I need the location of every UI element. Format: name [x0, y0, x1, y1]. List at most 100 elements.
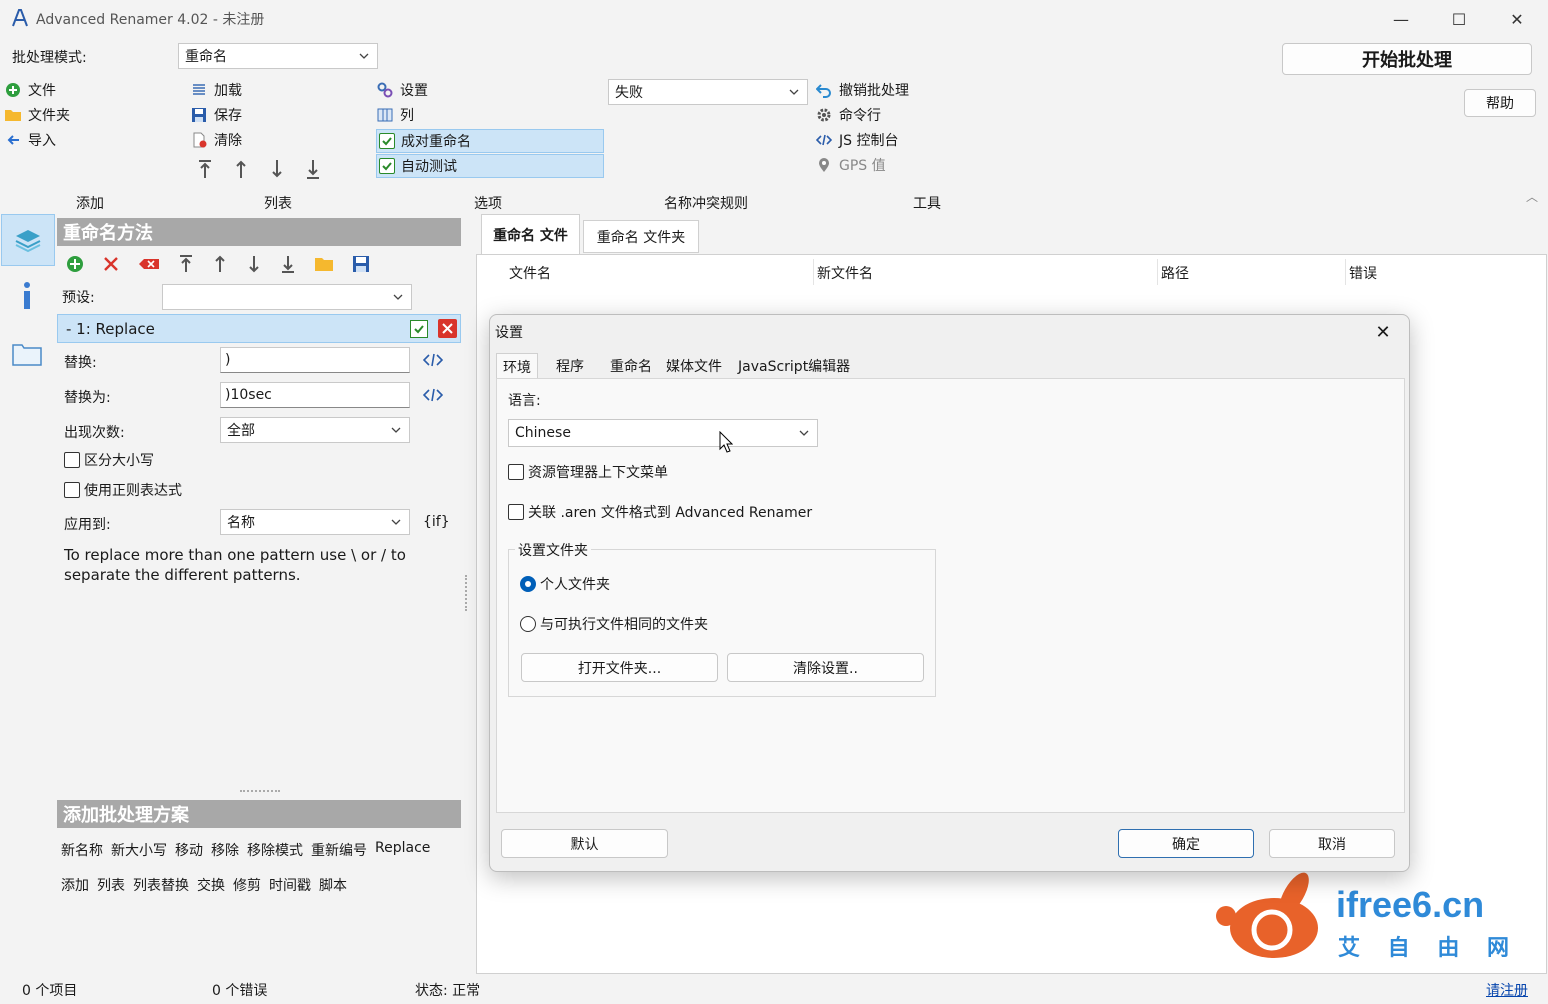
column-path[interactable]: 路径	[1161, 263, 1189, 283]
move-bottom-icon[interactable]	[280, 254, 296, 274]
clear-settings-button[interactable]: 清除设置..	[727, 653, 924, 682]
column-new-filename[interactable]: 新文件名	[817, 263, 873, 283]
move-top-icon[interactable]	[196, 158, 214, 180]
associate-checkbox[interactable]: 关联 .aren 文件格式到 Advanced Renamer	[508, 502, 812, 522]
radio-exe-folder[interactable]: 与可执行文件相同的文件夹	[520, 614, 708, 634]
remove-all-icon[interactable]	[138, 255, 160, 273]
options-group: 设置 列 成对重命名 自动测试	[376, 79, 604, 178]
open-folder-button[interactable]: 打开文件夹...	[521, 653, 718, 682]
apply-to-value: 名称	[227, 515, 255, 531]
command-line-button[interactable]: 命令行	[815, 104, 909, 126]
radio-personal-folder[interactable]: 个人文件夹	[520, 574, 610, 594]
move-up-icon[interactable]	[212, 254, 228, 274]
dialog-close-icon[interactable]: ✕	[1368, 319, 1398, 345]
column-filename[interactable]: 文件名	[509, 263, 551, 283]
cancel-button[interactable]: 取消	[1269, 829, 1395, 858]
auto-test-label: 自动测试	[401, 159, 457, 175]
apply-to-select[interactable]: 名称	[220, 509, 410, 535]
register-link[interactable]: 请注册	[1486, 980, 1528, 1000]
undo-batch-button[interactable]: 撤销批处理	[815, 79, 909, 101]
batch-mode-select[interactable]: 重命名	[178, 43, 378, 69]
splitter-handle[interactable]	[465, 575, 471, 611]
method-delete-button[interactable]	[438, 319, 457, 338]
move-down-icon[interactable]	[268, 158, 286, 180]
method-link-remove[interactable]: 移除	[211, 840, 239, 860]
replace-with-input[interactable]: )10sec	[220, 382, 410, 408]
method-link-script[interactable]: 脚本	[319, 875, 347, 895]
dialog-tab-environment[interactable]: 环境	[496, 353, 538, 379]
move-bottom-icon[interactable]	[304, 158, 322, 180]
method-link-swap[interactable]: 交换	[197, 875, 225, 895]
start-batch-button[interactable]: 开始批处理	[1282, 43, 1532, 75]
tab-rename-files[interactable]: 重命名 文件	[481, 214, 580, 255]
conflict-rule-select[interactable]: 失败	[608, 79, 808, 105]
move-up-icon[interactable]	[232, 158, 250, 180]
gps-values-button[interactable]: GPS 值	[815, 154, 909, 176]
column-error[interactable]: 错误	[1349, 263, 1377, 283]
close-button[interactable]: ✕	[1488, 0, 1546, 38]
js-console-button[interactable]: JS 控制台	[815, 129, 909, 151]
move-down-icon[interactable]	[246, 254, 262, 274]
clear-button[interactable]: 清除	[190, 129, 242, 151]
method-link-add[interactable]: 添加	[61, 875, 89, 895]
tab-rename-folders[interactable]: 重命名 文件夹	[583, 220, 699, 253]
left-nav	[0, 214, 56, 974]
clear-document-icon	[190, 131, 208, 149]
add-folder-button[interactable]: 文件夹	[4, 104, 70, 126]
checkmark-icon	[414, 325, 424, 334]
save-icon[interactable]	[352, 255, 370, 273]
ok-button[interactable]: 确定	[1118, 829, 1254, 858]
checkbox-unchecked-icon	[64, 482, 80, 498]
load-button[interactable]: 加载	[190, 79, 242, 101]
import-button[interactable]: 导入	[4, 129, 70, 151]
maximize-button[interactable]: ☐	[1430, 0, 1488, 38]
method-link-trim[interactable]: 修剪	[233, 875, 261, 895]
nav-info[interactable]	[0, 270, 54, 322]
preset-select[interactable]	[162, 284, 412, 310]
code-icon[interactable]	[423, 387, 443, 403]
method-link-list[interactable]: 列表	[97, 875, 125, 895]
dialog-tab-program[interactable]: 程序	[550, 353, 590, 379]
code-icon[interactable]	[423, 352, 443, 368]
method-link-move[interactable]: 移动	[175, 840, 203, 860]
pair-rename-toggle[interactable]: 成对重命名	[376, 129, 604, 153]
method-link-replace[interactable]: Replace	[375, 840, 430, 860]
add-method-icon[interactable]	[66, 255, 84, 273]
auto-test-toggle[interactable]: 自动测试	[376, 154, 604, 178]
dialog-tab-js-editor[interactable]: JavaScript编辑器	[732, 353, 856, 379]
settings-icon	[376, 81, 394, 99]
columns-button[interactable]: 列	[376, 104, 604, 126]
default-button[interactable]: 默认	[501, 829, 668, 858]
method-enabled-checkbox[interactable]	[410, 320, 428, 338]
minimize-button[interactable]: —	[1372, 0, 1430, 38]
nav-folder[interactable]	[0, 328, 54, 380]
method-row-replace[interactable]: - 1: Replace	[57, 314, 461, 343]
remove-method-icon[interactable]	[102, 255, 120, 273]
settings-button[interactable]: 设置	[376, 79, 604, 101]
move-top-icon[interactable]	[178, 254, 194, 274]
if-token-button[interactable]: {if}	[423, 514, 450, 530]
panel-resize-handle[interactable]	[240, 790, 280, 794]
method-link-new-name[interactable]: 新名称	[61, 840, 103, 860]
use-regex-checkbox[interactable]: 使用正则表达式	[64, 480, 182, 500]
add-method-panel-title: 添加批处理方案	[57, 800, 461, 828]
method-link-new-case[interactable]: 新大小写	[111, 840, 167, 860]
command-line-label: 命令行	[839, 108, 881, 124]
help-button[interactable]: 帮助	[1464, 89, 1536, 117]
case-sensitive-checkbox[interactable]: 区分大小写	[64, 450, 154, 470]
add-file-button[interactable]: 文件	[4, 79, 70, 101]
method-link-list-replace[interactable]: 列表替换	[133, 875, 189, 895]
method-link-remove-pattern[interactable]: 移除模式	[247, 840, 303, 860]
nav-methods[interactable]	[1, 214, 55, 266]
collapse-ribbon-icon[interactable]: ︿	[1526, 188, 1538, 205]
method-link-timestamp[interactable]: 时间戳	[269, 875, 311, 895]
dialog-tab-media[interactable]: 媒体文件	[660, 353, 728, 379]
language-select[interactable]: Chinese	[508, 419, 818, 447]
dialog-tab-rename[interactable]: 重命名	[604, 353, 658, 379]
open-folder-icon[interactable]	[314, 255, 334, 273]
method-link-renumber[interactable]: 重新编号	[311, 840, 367, 860]
explorer-menu-checkbox[interactable]: 资源管理器上下文菜单	[508, 462, 668, 482]
occurrence-select[interactable]: 全部	[220, 417, 410, 443]
replace-input[interactable]: )	[220, 347, 410, 373]
save-button[interactable]: 保存	[190, 104, 242, 126]
